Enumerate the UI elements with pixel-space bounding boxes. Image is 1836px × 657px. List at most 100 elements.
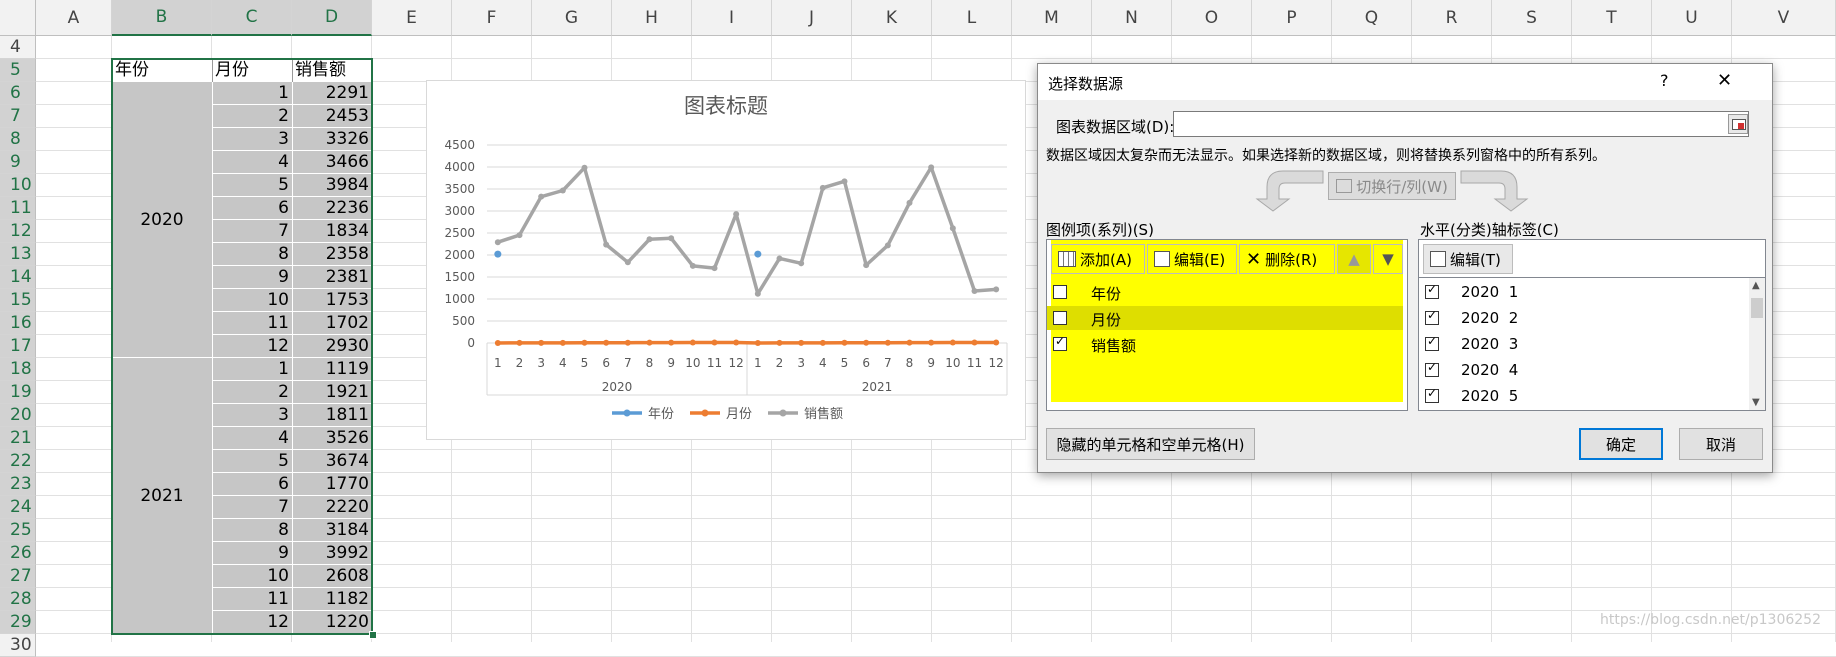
series-checkbox[interactable] [1053, 311, 1067, 325]
help-button[interactable]: ? [1660, 71, 1669, 90]
column-header-t[interactable]: T [1572, 0, 1652, 36]
axis-item[interactable]: ✓2020 1 [1419, 280, 1747, 304]
row-header-9[interactable]: 9 [0, 151, 36, 174]
hidden-empty-cells-label: 隐藏的单元格和空单元格(H) [1057, 434, 1245, 455]
row-header-28[interactable]: 28 [0, 588, 36, 611]
row-header-5[interactable]: 5 [0, 59, 36, 82]
line-chart[interactable]: 图表标题050010001500200025003000350040004500… [426, 80, 1026, 440]
column-header-d[interactable]: D [292, 0, 372, 36]
axis-item[interactable]: ✓2020 5 [1419, 384, 1747, 408]
column-header-b[interactable]: B [112, 0, 212, 36]
column-header-i[interactable]: I [692, 0, 772, 36]
x-tick-label: 4 [819, 356, 827, 370]
column-header-o[interactable]: O [1172, 0, 1252, 36]
axis-item[interactable]: ✓2020 4 [1419, 358, 1747, 382]
row-header-6[interactable]: 6 [0, 82, 36, 105]
collapse-range-icon[interactable] [1728, 114, 1748, 134]
legend-entry: 年份 [648, 407, 674, 422]
column-header-p[interactable]: P [1252, 0, 1332, 36]
column-header-v[interactable]: V [1732, 0, 1836, 36]
axis-item[interactable]: ✓2020 2 [1419, 306, 1747, 330]
row-header-26[interactable]: 26 [0, 542, 36, 565]
row-header-7[interactable]: 7 [0, 105, 36, 128]
switch-row-column-button[interactable]: 切换行/列(W) [1328, 172, 1456, 200]
range-input[interactable] [1173, 111, 1749, 137]
row-header-27[interactable]: 27 [0, 565, 36, 588]
column-header-f[interactable]: F [452, 0, 532, 36]
axis-checkbox[interactable]: ✓ [1425, 389, 1439, 403]
axis-labels-list[interactable]: 编辑(T) ✓2020 1✓2020 2✓2020 3✓2020 4✓2020 … [1418, 239, 1766, 411]
row-header-15[interactable]: 15 [0, 289, 36, 312]
row-header-18[interactable]: 18 [0, 358, 36, 381]
row-header-20[interactable]: 20 [0, 404, 36, 427]
axis-edit-label: 编辑(T) [1450, 249, 1501, 270]
move-down-button[interactable]: ▼ [1373, 244, 1403, 274]
x-tick-label: 1 [494, 356, 502, 370]
row-header-21[interactable]: 21 [0, 427, 36, 450]
column-header-a[interactable]: A [36, 0, 112, 36]
edit-axis-button[interactable]: 编辑(T) [1423, 244, 1513, 274]
column-header-e[interactable]: E [372, 0, 452, 36]
column-header-c[interactable]: C [212, 0, 292, 36]
row-header-22[interactable]: 22 [0, 450, 36, 473]
row-header-19[interactable]: 19 [0, 381, 36, 404]
column-header-m[interactable]: M [1012, 0, 1092, 36]
series-point [538, 194, 544, 200]
row-header-23[interactable]: 23 [0, 473, 36, 496]
series-checkbox[interactable]: ✓ [1053, 337, 1067, 351]
row-header-4[interactable]: 4 [0, 36, 36, 59]
axis-checkbox[interactable]: ✓ [1425, 311, 1439, 325]
ok-button[interactable]: 确定 [1579, 428, 1663, 460]
series-point [538, 340, 544, 346]
series-list[interactable]: 添加(A) 编辑(E) ✕ 删除(R) ▲ ▼ 年份月份✓销售额 [1046, 239, 1408, 411]
axis-item[interactable]: ✓2020 3 [1419, 332, 1747, 356]
close-icon[interactable]: ✕ [1717, 70, 1732, 91]
row-header-10[interactable]: 10 [0, 174, 36, 197]
row-header-29[interactable]: 29 [0, 611, 36, 634]
column-header-q[interactable]: Q [1332, 0, 1412, 36]
series-item[interactable]: ✓销售额 [1047, 332, 1403, 356]
column-header-s[interactable]: S [1492, 0, 1572, 36]
row-header-16[interactable]: 16 [0, 312, 36, 335]
add-series-button[interactable]: 添加(A) [1051, 244, 1145, 274]
row-header-8[interactable]: 8 [0, 128, 36, 151]
row-header-14[interactable]: 14 [0, 266, 36, 289]
row-header-13[interactable]: 13 [0, 243, 36, 266]
fill-handle[interactable] [369, 631, 377, 639]
row-header-11[interactable]: 11 [0, 197, 36, 220]
cancel-button[interactable]: 取消 [1679, 428, 1763, 460]
axis-checkbox[interactable]: ✓ [1425, 337, 1439, 351]
column-header-l[interactable]: L [932, 0, 1012, 36]
column-header-k[interactable]: K [852, 0, 932, 36]
axis-list-scrollbar[interactable]: ▲ ▼ [1749, 278, 1765, 410]
row-header-12[interactable]: 12 [0, 220, 36, 243]
column-header-j[interactable]: J [772, 0, 852, 36]
row-header-25[interactable]: 25 [0, 519, 36, 542]
edit-series-button[interactable]: 编辑(E) [1147, 244, 1237, 274]
column-header-n[interactable]: N [1092, 0, 1172, 36]
x-tick-label: 12 [729, 356, 744, 370]
row-header-17[interactable]: 17 [0, 335, 36, 358]
column-header-r[interactable]: R [1412, 0, 1492, 36]
series-point [625, 340, 631, 346]
select-data-source-dialog: 选择数据源 ? ✕ 图表数据区域(D): 数据区域因太复杂而无法显示。如果选择新… [1037, 63, 1773, 473]
series-item[interactable]: 年份 [1047, 280, 1403, 304]
series-item[interactable]: 月份 [1047, 306, 1403, 330]
axis-checkbox[interactable]: ✓ [1425, 363, 1439, 377]
axis-checkbox[interactable]: ✓ [1425, 285, 1439, 299]
delete-series-button[interactable]: ✕ 删除(R) [1239, 244, 1335, 274]
x-group-label: 2020 [602, 380, 633, 394]
scroll-down-icon[interactable]: ▼ [1752, 397, 1760, 408]
move-up-button[interactable]: ▲ [1337, 244, 1371, 274]
scroll-thumb[interactable] [1751, 298, 1763, 318]
select-all-corner[interactable] [0, 0, 36, 36]
column-header-u[interactable]: U [1652, 0, 1732, 36]
column-header-h[interactable]: H [612, 0, 692, 36]
row-header-24[interactable]: 24 [0, 496, 36, 519]
column-header-g[interactable]: G [532, 0, 612, 36]
row-header-30[interactable]: 30 [0, 634, 36, 657]
hidden-empty-cells-button[interactable]: 隐藏的单元格和空单元格(H) [1046, 428, 1255, 460]
dialog-title: 选择数据源 [1048, 73, 1123, 94]
series-checkbox[interactable] [1053, 285, 1067, 299]
scroll-up-icon[interactable]: ▲ [1752, 280, 1760, 291]
